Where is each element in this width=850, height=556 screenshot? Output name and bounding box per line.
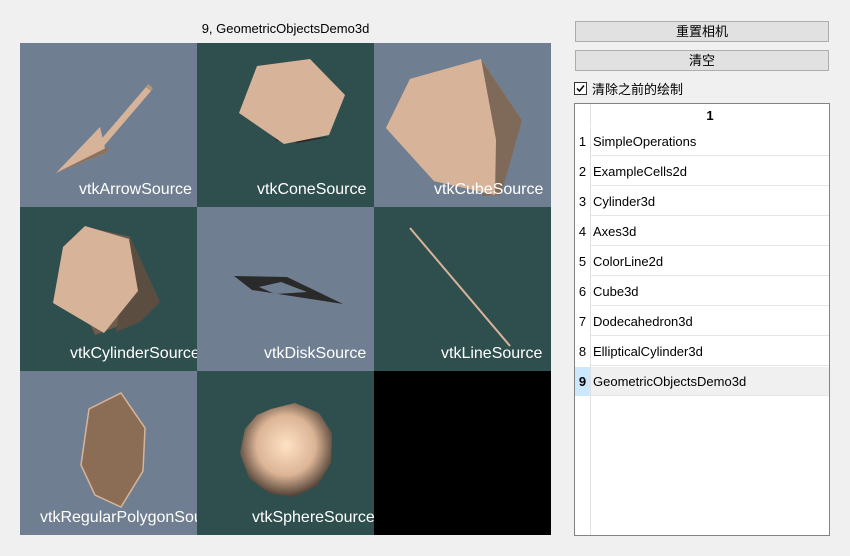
- row-number[interactable]: 7: [575, 307, 590, 336]
- row-number[interactable]: 1: [575, 127, 590, 156]
- checkmark-icon: [576, 84, 585, 92]
- row-number[interactable]: 5: [575, 247, 590, 276]
- render-cell-sphere: vtkSphereSource: [197, 371, 374, 535]
- clear-previous-option[interactable]: 清除之前的绘制: [574, 80, 684, 97]
- row-value[interactable]: Axes3d: [591, 217, 829, 246]
- cell-label: vtkRegularPolygonSource: [40, 509, 197, 526]
- row-number[interactable]: 2: [575, 157, 590, 186]
- clear-previous-checkbox[interactable]: [574, 81, 587, 95]
- render-cell-line: vtkLineSource: [374, 207, 551, 371]
- render-viewport[interactable]: vtkArrowSource vtkConeSource vtkCubeSour…: [20, 43, 551, 535]
- row-value[interactable]: ExampleCells2d: [591, 157, 829, 186]
- render-cell-cube: vtkCubeSource: [374, 43, 551, 207]
- cell-label: vtkSphereSource: [252, 509, 374, 526]
- render-cell-empty: [374, 371, 551, 535]
- clear-previous-label: 清除之前的绘制: [592, 81, 684, 97]
- row-value[interactable]: Dodecahedron3d: [591, 307, 829, 336]
- row-number[interactable]: 9: [575, 367, 590, 396]
- cell-label: vtkCubeSource: [434, 181, 544, 198]
- render-cell-polygon: vtkRegularPolygonSource: [20, 371, 197, 535]
- table-row[interactable]: 8 EllipticalCylinder3d: [575, 337, 829, 366]
- row-value[interactable]: EllipticalCylinder3d: [591, 337, 829, 366]
- table-row[interactable]: 2 ExampleCells2d: [575, 157, 829, 186]
- row-value[interactable]: ColorLine2d: [591, 247, 829, 276]
- cell-label: vtkDiskSource: [264, 345, 367, 362]
- column-header[interactable]: 1: [591, 104, 829, 126]
- row-number[interactable]: 4: [575, 217, 590, 246]
- render-cell-cone: vtkConeSource: [197, 43, 374, 207]
- table-row[interactable]: 7 Dodecahedron3d: [575, 307, 829, 336]
- table-corner[interactable]: [575, 104, 591, 126]
- render-cell-cylinder: vtkCylinderSource: [20, 207, 197, 371]
- cell-label: vtkCylinderSource: [70, 345, 197, 362]
- row-value[interactable]: GeometricObjectsDemo3d: [591, 367, 829, 396]
- table-row[interactable]: 6 Cube3d: [575, 277, 829, 306]
- clear-button[interactable]: 清空: [575, 50, 829, 71]
- table-row[interactable]: 9 GeometricObjectsDemo3d: [575, 367, 829, 396]
- render-cell-disk: vtkDiskSource: [197, 207, 374, 371]
- table-row[interactable]: 3 Cylinder3d: [575, 187, 829, 216]
- render-title: 9, GeometricObjectsDemo3d: [201, 21, 370, 36]
- examples-table[interactable]: 1 1 SimpleOperations 2 ExampleCells2d 3 Cylin…: [574, 103, 830, 536]
- table-row[interactable]: 1 SimpleOperations: [575, 127, 829, 156]
- row-value[interactable]: Cube3d: [591, 277, 829, 306]
- table-header: 1: [575, 104, 829, 126]
- table-row[interactable]: 5 ColorLine2d: [575, 247, 829, 276]
- row-value[interactable]: Cylinder3d: [591, 187, 829, 216]
- cell-label: vtkLineSource: [441, 345, 543, 362]
- row-value[interactable]: SimpleOperations: [591, 127, 829, 156]
- reset-camera-button[interactable]: 重置相机: [575, 21, 829, 42]
- row-number[interactable]: 6: [575, 277, 590, 306]
- row-number[interactable]: 3: [575, 187, 590, 216]
- render-cell-arrow: vtkArrowSource: [20, 43, 197, 207]
- cell-label: vtkArrowSource: [79, 181, 192, 198]
- cell-label: vtkConeSource: [257, 181, 367, 198]
- row-number[interactable]: 8: [575, 337, 590, 366]
- table-row[interactable]: 4 Axes3d: [575, 217, 829, 246]
